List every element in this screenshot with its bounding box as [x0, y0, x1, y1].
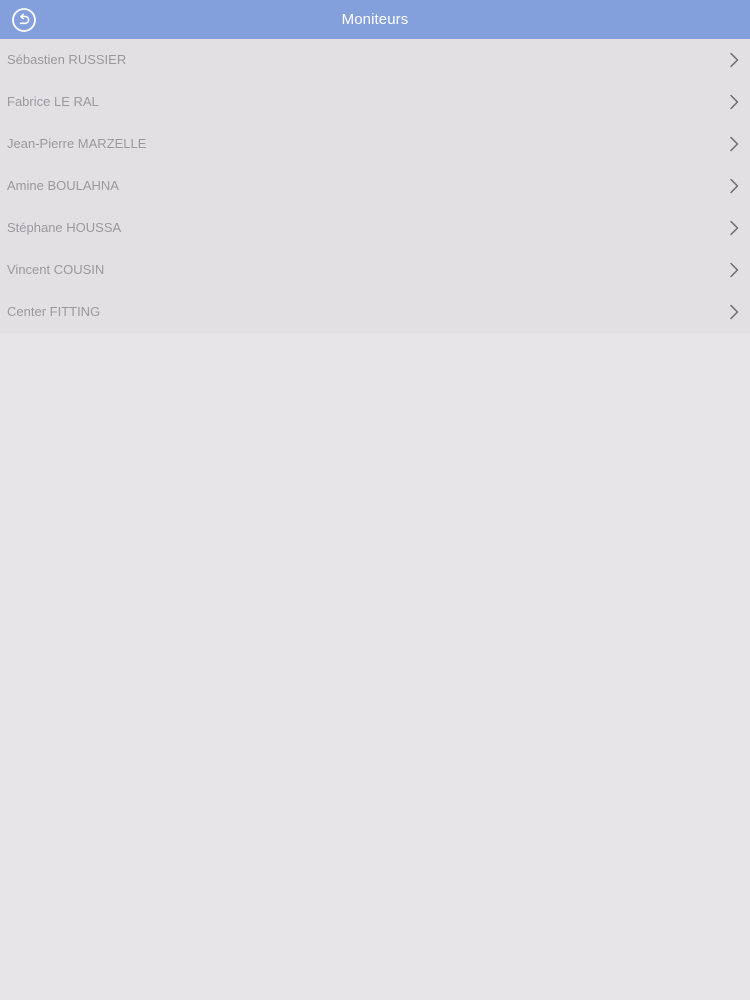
chevron-right-icon [728, 178, 740, 194]
chevron-right-icon [728, 94, 740, 110]
chevron-right-icon [728, 136, 740, 152]
list-item[interactable]: Amine BOULAHNA [0, 165, 750, 207]
list-item-label: Fabrice LE RAL [7, 94, 99, 109]
list-item-label: Stéphane HOUSSA [7, 220, 122, 235]
list-item[interactable]: Stéphane HOUSSA [0, 207, 750, 249]
monitor-list: Sébastien RUSSIER Fabrice LE RAL Jean-Pi… [0, 39, 750, 333]
list-item-label: Center FITTING [7, 304, 101, 319]
page-title: Moniteurs [341, 11, 409, 28]
list-item-label: Jean-Pierre MARZELLE [7, 136, 147, 151]
list-item[interactable]: Center FITTING [0, 291, 750, 333]
list-item[interactable]: Jean-Pierre MARZELLE [0, 123, 750, 165]
list-item-label: Sébastien RUSSIER [7, 52, 127, 67]
list-item-label: Amine BOULAHNA [7, 178, 119, 193]
list-item-label: Vincent COUSIN [7, 262, 105, 277]
chevron-right-icon [728, 262, 740, 278]
chevron-right-icon [728, 220, 740, 236]
list-item[interactable]: Sébastien RUSSIER [0, 39, 750, 81]
chevron-right-icon [728, 52, 740, 68]
header-bar: Moniteurs [0, 0, 750, 39]
chevron-right-icon [728, 304, 740, 320]
list-item[interactable]: Fabrice LE RAL [0, 81, 750, 123]
list-item[interactable]: Vincent COUSIN [0, 249, 750, 291]
